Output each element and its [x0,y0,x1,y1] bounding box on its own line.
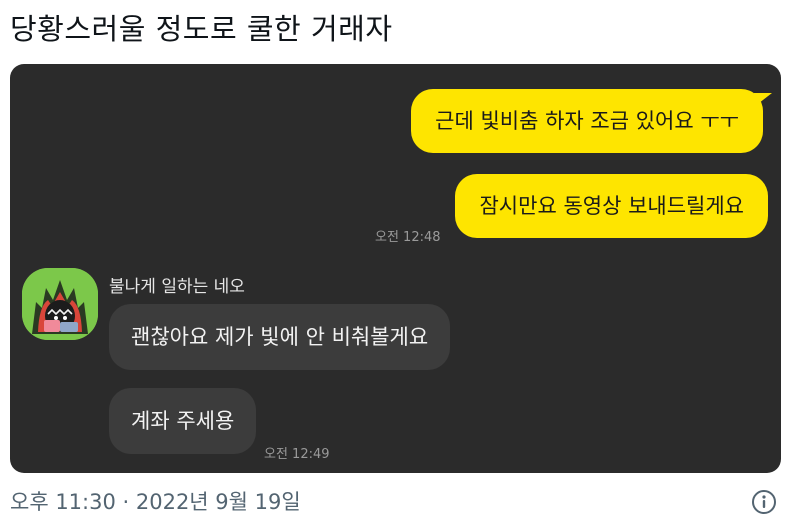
neo-character-avatar-icon [22,268,98,340]
sent-message-text: 잠시만요 동영상 보내드릴게요 [479,194,744,218]
received-message-bubble: 계좌 주세용 [109,388,257,454]
chat-screenshot: 근데 빛비춤 하자 조금 있어요 ㅜㅜ 잠시만요 동영상 보내드릴게요 오전 1… [10,64,781,473]
post-timestamp[interactable]: 오후 11:30 · 2022년 9월 19일 [10,486,301,516]
received-message-text: 계좌 주세용 [131,409,235,433]
sent-message-time: 오전 12:48 [375,230,441,245]
bubble-tail [754,93,772,107]
received-message-time: 오전 12:49 [264,447,330,462]
sent-message-bubble: 잠시만요 동영상 보내드릴게요 [455,174,768,238]
received-message-bubble: 괜찮아요 제가 빛에 안 비춰볼게요 [109,304,451,370]
sender-name: 불나게 일하는 네오 [109,277,245,297]
info-circle-icon[interactable] [751,489,777,515]
sent-message-bubble: 근데 빛비춤 하자 조금 있어요 ㅜㅜ [411,89,772,153]
received-message-text: 괜찮아요 제가 빛에 안 비춰볼게요 [131,325,429,349]
post-title: 당황스러울 정도로 쿨한 거래자 [10,12,393,46]
sender-avatar[interactable] [22,268,98,340]
sent-message-text: 근데 빛비춤 하자 조금 있어요 ㅜㅜ [435,109,739,133]
